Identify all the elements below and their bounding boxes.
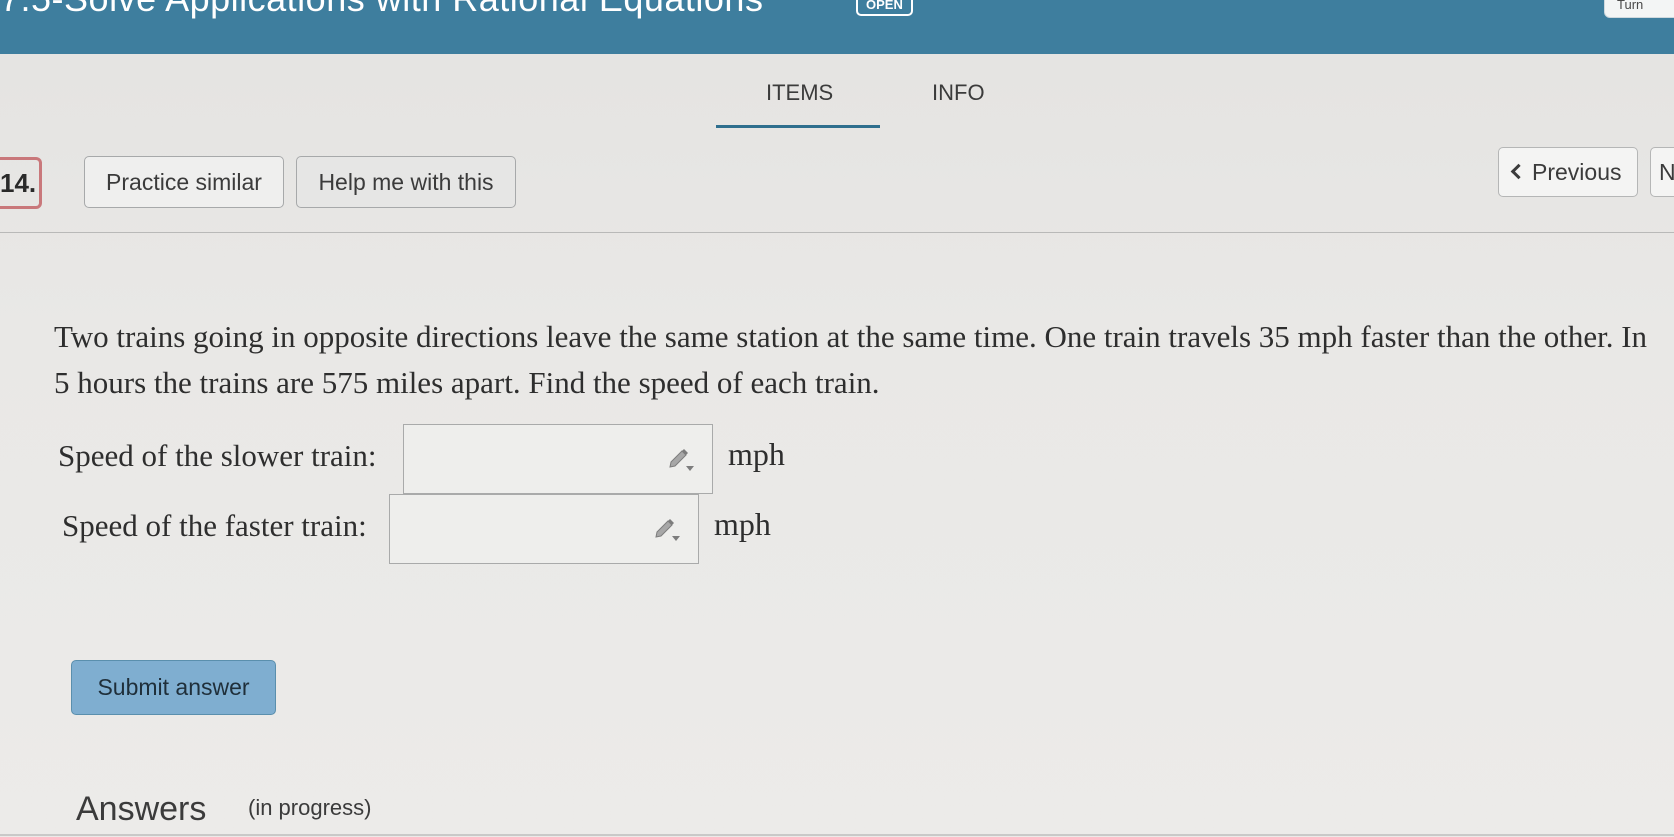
active-tab-indicator <box>716 125 880 128</box>
assignment-header: 7.5-Solve Applications with Rational Equ… <box>0 0 1674 54</box>
tab-bar: ITEMS INFO <box>716 70 1016 130</box>
previous-label: Previous <box>1532 159 1622 185</box>
status-badge: OPEN <box>856 0 913 16</box>
next-button[interactable]: N <box>1650 147 1674 197</box>
section-divider <box>0 232 1674 233</box>
answers-status: (in progress) <box>248 795 372 820</box>
turn-in-button[interactable]: Turn <box>1604 0 1674 18</box>
answers-heading: Answers <box>76 790 207 828</box>
tab-info[interactable]: INFO <box>932 80 985 106</box>
pencil-dropdown-icon[interactable] <box>652 517 682 543</box>
assignment-title: 7.5-Solve Applications with Rational Equ… <box>0 0 763 20</box>
chevron-left-icon <box>1510 163 1527 180</box>
submit-answer-button[interactable]: Submit answer <box>71 660 276 715</box>
practice-similar-button[interactable]: Practice similar <box>84 156 284 208</box>
tab-items[interactable]: ITEMS <box>766 80 833 106</box>
question-text: Two trains going in opposite directions … <box>54 319 1648 400</box>
previous-button[interactable]: Previous <box>1498 147 1638 197</box>
faster-train-unit: mph <box>714 506 771 542</box>
pencil-dropdown-icon[interactable] <box>666 447 696 473</box>
answers-divider <box>0 834 1674 836</box>
slower-train-label: Speed of the slower train: <box>58 438 377 473</box>
question-number: 14. <box>0 157 42 209</box>
help-me-button[interactable]: Help me with this <box>296 156 516 208</box>
slower-train-unit: mph <box>728 436 785 472</box>
faster-train-input[interactable] <box>389 494 699 564</box>
faster-train-label: Speed of the faster train: <box>62 508 367 543</box>
slower-train-input[interactable] <box>403 424 713 494</box>
